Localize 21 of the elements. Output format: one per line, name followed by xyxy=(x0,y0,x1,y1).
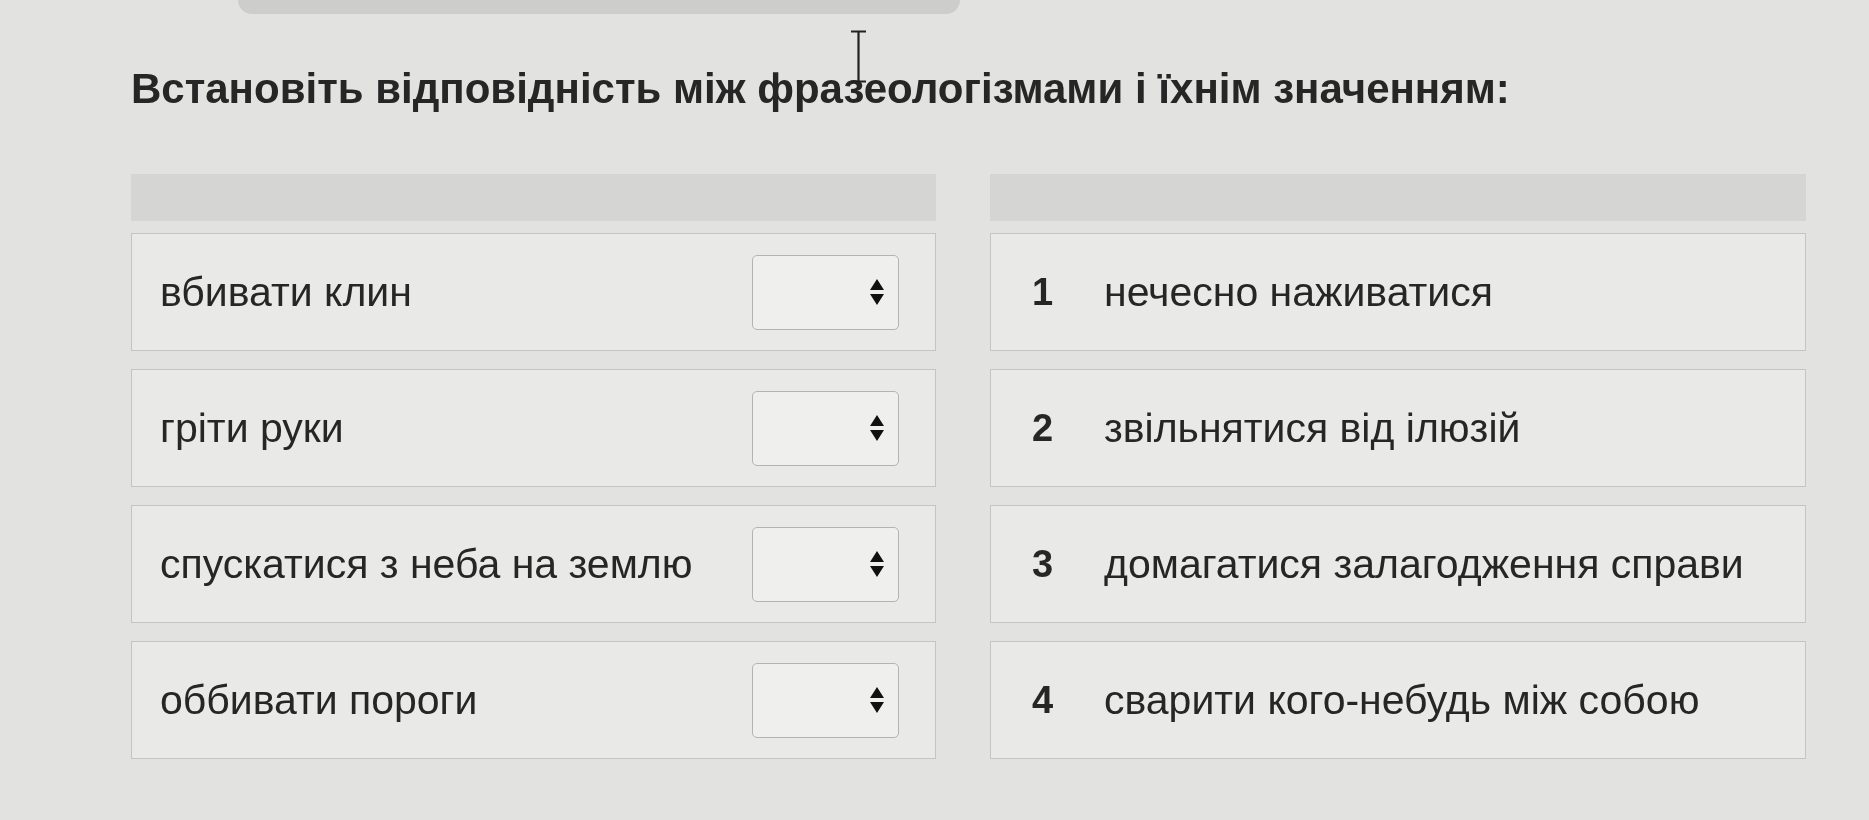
meaning-text: сварити кого-небудь між собою xyxy=(1104,676,1700,724)
meaning-number: 2 xyxy=(1032,406,1054,451)
up-down-arrows-icon xyxy=(870,687,884,713)
phrase-text: гріти руки xyxy=(160,404,345,452)
meaning-number: 1 xyxy=(1032,270,1054,315)
answer-dropdown[interactable] xyxy=(752,390,899,466)
answer-dropdown[interactable] xyxy=(752,526,899,602)
meaning-text: нечесно наживатися xyxy=(1104,268,1493,316)
phrase-text: оббивати пороги xyxy=(160,676,479,724)
up-down-arrows-icon xyxy=(870,415,884,441)
answer-dropdown[interactable] xyxy=(752,254,899,330)
instruction-text: Встановіть відповідність між фразеологізмами і їхнім значенням: xyxy=(131,66,1510,112)
meaning-number: 3 xyxy=(1032,542,1054,587)
meaning-text: звільнятися від ілюзій xyxy=(1104,404,1521,452)
phrase-text: спускатися з неба на землю xyxy=(160,540,694,588)
up-down-arrows-icon xyxy=(870,551,884,577)
up-down-arrows-icon xyxy=(870,279,884,305)
meaning-text: домагатися залагодження справи xyxy=(1104,540,1744,588)
meaning-number: 4 xyxy=(1032,678,1054,723)
answer-dropdown[interactable] xyxy=(752,662,899,738)
phrase-text: вбивати клин xyxy=(160,268,413,316)
